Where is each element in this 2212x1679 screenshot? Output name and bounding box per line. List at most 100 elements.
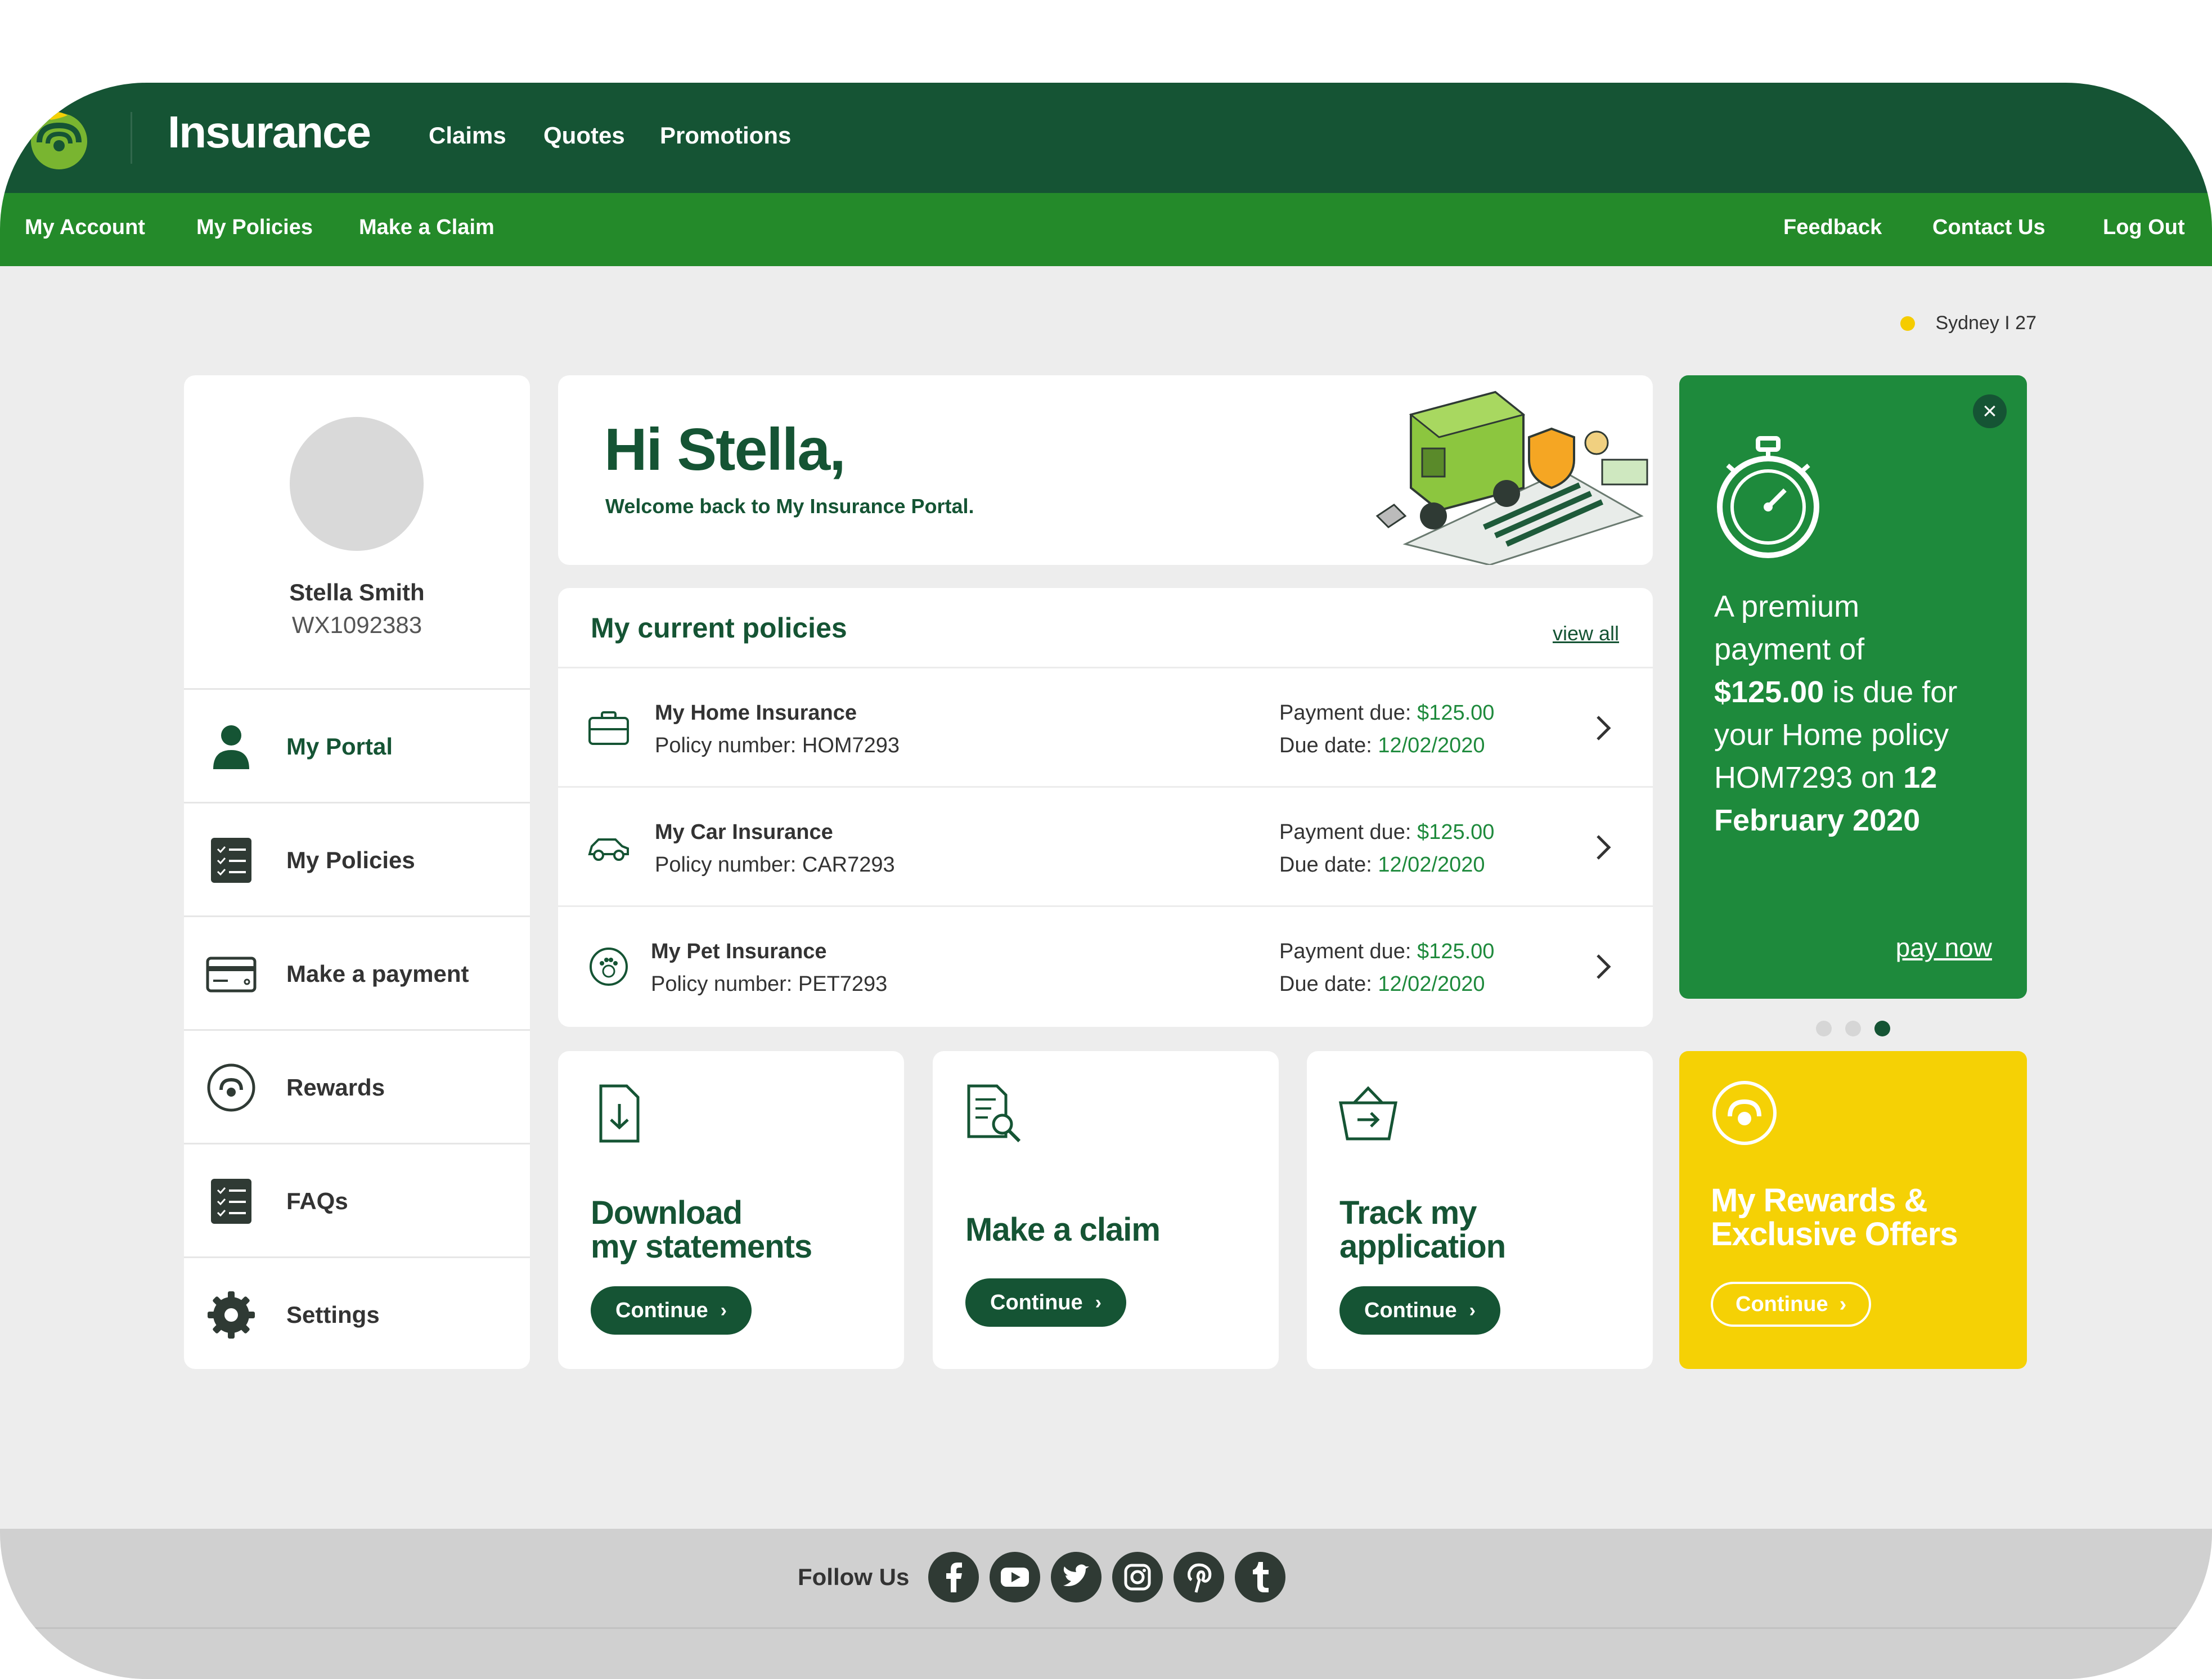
payment-due: Payment due: $125.00 (1279, 701, 1495, 725)
tumblr-icon[interactable] (1235, 1552, 1285, 1602)
subnav-make-a-claim[interactable]: Make a Claim (359, 216, 494, 240)
logo-divider (131, 112, 132, 164)
user-id: WX1092383 (291, 612, 422, 638)
app-window: Insurance Claims Quotes Promotions My Ac… (0, 83, 2212, 1679)
nav-claims[interactable]: Claims (429, 122, 506, 149)
secondary-nav: My Account My Policies Make a Claim Feed… (0, 193, 2212, 266)
due-date: Due date: 12/02/2020 (1279, 972, 1485, 996)
sidebar-item-label: My Policies (286, 847, 415, 873)
youtube-icon[interactable] (990, 1552, 1040, 1602)
policies-heading: My current policies (591, 612, 847, 644)
continue-button[interactable]: Continue › (1339, 1286, 1500, 1335)
twitter-icon[interactable] (1051, 1552, 1101, 1602)
sidebar-item-label: FAQs (286, 1188, 348, 1214)
payment-reminder-banner: × A premium payment of $125.00 is due fo… (1679, 375, 2027, 999)
pay-now-link[interactable]: pay now (1896, 932, 1992, 963)
car-icon (588, 838, 629, 861)
policy-row-pet[interactable]: My Pet Insurance Policy number: PET7293 … (558, 905, 1653, 1026)
location-weather: Sydney I 27 (1900, 312, 2036, 334)
carousel-indicators (1816, 1021, 1890, 1036)
subnav-log-out[interactable]: Log Out (2103, 216, 2185, 240)
person-icon (213, 725, 249, 769)
chevron-right-icon (1597, 835, 1611, 860)
sidebar-item-label: My Portal (286, 733, 393, 760)
chevron-right-icon: › (720, 1299, 727, 1321)
pinterest-icon[interactable] (1174, 1552, 1224, 1602)
credit-card-icon (206, 957, 257, 993)
rewards-title: My Rewards & Exclusive Offers (1711, 1182, 1958, 1252)
sidebar-item-label: Settings (286, 1301, 380, 1328)
subnav-my-account[interactable]: My Account (25, 216, 145, 240)
rewards-continue-button[interactable]: Continue › (1711, 1282, 1872, 1327)
chevron-right-icon (1597, 954, 1611, 979)
subnav-contact-us[interactable]: Contact Us (1932, 216, 2045, 240)
due-date: Due date: 12/02/2020 (1279, 734, 1485, 757)
due-date: Due date: 12/02/2020 (1279, 853, 1485, 877)
greeting-subtitle: Welcome back to My Insurance Portal. (605, 495, 974, 518)
woolworths-logo-icon[interactable] (23, 103, 96, 173)
greeting-card: Hi Stella, Welcome back to My Insurance … (558, 375, 1653, 565)
gear-icon (208, 1291, 255, 1339)
instagram-icon[interactable] (1112, 1552, 1163, 1602)
avatar[interactable] (290, 417, 424, 551)
download-document-icon (599, 1084, 640, 1143)
chevron-right-icon: › (1469, 1299, 1476, 1321)
chevron-right-icon: › (1095, 1291, 1101, 1313)
make-a-claim-card: Make a claim Continue › (933, 1051, 1279, 1369)
rewards-icon (207, 1063, 255, 1112)
continue-button[interactable]: Continue › (965, 1278, 1126, 1327)
action-title: Download (591, 1195, 743, 1231)
brand-title[interactable]: Insurance (168, 106, 371, 158)
subnav-feedback[interactable]: Feedback (1783, 216, 1882, 240)
policy-number: Policy number: HOM7293 (655, 734, 900, 757)
chevron-right-icon (1597, 716, 1611, 740)
sidebar-item-label: Rewards (286, 1074, 385, 1101)
action-title: Make a claim (965, 1211, 1161, 1248)
checklist-icon (211, 838, 251, 883)
nav-promotions[interactable]: Promotions (660, 122, 791, 149)
carousel-dot[interactable] (1816, 1021, 1832, 1036)
footer-divider (0, 1627, 2212, 1629)
current-policies-card: My current policies view all My Home Ins… (558, 588, 1653, 1027)
download-statements-card: Download my statements Continue › (558, 1051, 904, 1369)
action-title: application (1339, 1228, 1506, 1265)
carousel-dot[interactable] (1845, 1021, 1861, 1036)
sidebar-item-faqs[interactable]: FAQs (184, 1143, 530, 1258)
carousel-dot-active[interactable] (1874, 1021, 1890, 1036)
sidebar-item-my-policies[interactable]: My Policies (184, 802, 530, 917)
greeting-title: Hi Stella, (604, 416, 846, 483)
continue-button[interactable]: Continue › (591, 1286, 752, 1335)
view-all-link[interactable]: view all (1553, 622, 1619, 645)
action-title: Track my (1339, 1195, 1477, 1231)
sun-icon (1900, 316, 1916, 331)
basket-icon (1338, 1086, 1398, 1141)
sidebar-item-make-payment[interactable]: Make a payment (184, 915, 530, 1031)
sidebar-item-label: Make a payment (286, 960, 469, 987)
location-text: Sydney I 27 (1935, 312, 2036, 334)
policy-row-car[interactable]: My Car Insurance Policy number: CAR7293 … (558, 786, 1653, 907)
stopwatch-icon (1717, 436, 1819, 558)
sidebar-item-my-portal[interactable]: My Portal (184, 688, 530, 803)
facebook-icon[interactable] (928, 1552, 979, 1602)
briefcase-icon (588, 711, 629, 745)
nav-quotes[interactable]: Quotes (543, 122, 625, 149)
chevron-right-icon: › (1839, 1292, 1847, 1316)
checklist-icon (211, 1179, 251, 1224)
insurance-illustration (1375, 390, 1648, 565)
payment-due: Payment due: $125.00 (1279, 820, 1495, 844)
close-icon[interactable]: × (1973, 394, 2007, 428)
promo-message: A premium payment of $125.00 is due for … (1714, 590, 1958, 837)
search-document-icon (967, 1084, 1021, 1143)
paw-icon (590, 948, 628, 986)
policy-row-home[interactable]: My Home Insurance Policy number: HOM7293… (558, 667, 1653, 788)
follow-us-label: Follow Us (798, 1564, 910, 1590)
sidebar-item-settings[interactable]: Settings (184, 1256, 530, 1372)
policy-number: Policy number: CAR7293 (655, 853, 895, 877)
policy-name: My Pet Insurance (651, 940, 827, 963)
subnav-my-policies[interactable]: My Policies (196, 216, 313, 240)
top-header: Insurance Claims Quotes Promotions (0, 83, 2212, 193)
footer: Follow Us (0, 1529, 2212, 1679)
action-title: my statements (591, 1228, 812, 1265)
sidebar-item-rewards[interactable]: Rewards (184, 1029, 530, 1144)
track-application-card: Track my application Continue › (1307, 1051, 1653, 1369)
